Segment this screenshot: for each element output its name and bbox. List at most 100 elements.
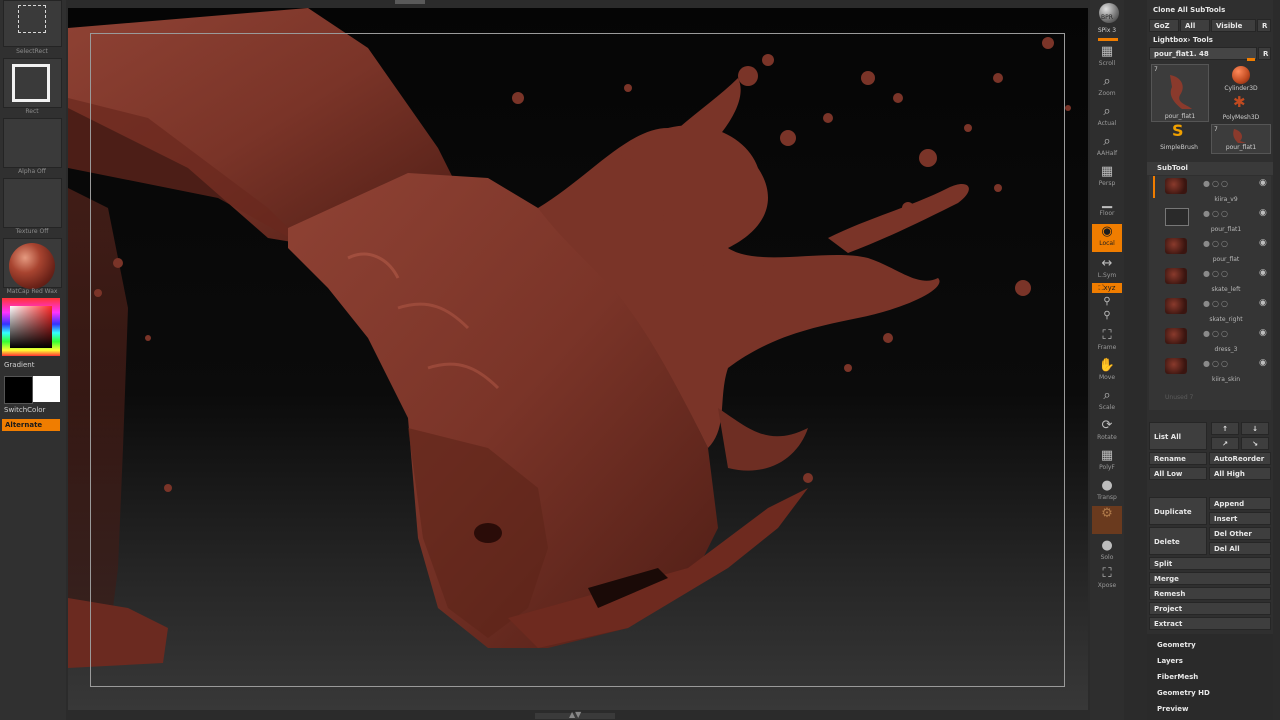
duplicate-button[interactable]: Duplicate — [1149, 497, 1207, 525]
subtool-thumb — [1165, 298, 1187, 314]
geometry-hd-subpalette[interactable]: Geometry HD — [1157, 689, 1210, 697]
subtool-toggles[interactable]: ●○○ — [1203, 209, 1230, 218]
subtool-toggles[interactable]: ●○○ — [1203, 269, 1230, 278]
subtool-item[interactable]: ●○○ ◉ kiira_v9 — [1153, 176, 1271, 204]
spix-slider[interactable]: SPix 3 — [1090, 27, 1124, 34]
color-saturation-field[interactable] — [10, 306, 52, 348]
goz-all-button[interactable]: All — [1180, 19, 1210, 32]
xyz-button[interactable]: ⛶xyz — [1092, 283, 1122, 293]
preview-subpalette[interactable]: Preview — [1157, 705, 1189, 713]
rotate-y-button[interactable]: ⚲ — [1092, 296, 1122, 308]
goz-visible-button[interactable]: Visible — [1211, 19, 1256, 32]
subtool-toggles[interactable]: ●○○ — [1203, 179, 1230, 188]
current-tool-slider[interactable]: pour_flat1. 48 — [1149, 47, 1257, 60]
goz-button[interactable]: GoZ — [1149, 19, 1179, 32]
eye-icon[interactable]: ◉ — [1259, 208, 1267, 218]
eye-icon[interactable]: ◉ — [1259, 178, 1267, 188]
project-button[interactable]: Project — [1149, 602, 1271, 615]
zoom-button[interactable]: ⌕ Zoom — [1092, 74, 1122, 102]
tool-thumb-simplebrush[interactable]: S SimpleBrush — [1151, 122, 1207, 152]
subtool-thumb — [1165, 238, 1187, 254]
color-picker[interactable] — [2, 298, 60, 356]
subtool-header[interactable]: SubTool — [1147, 162, 1273, 175]
subtool-item[interactable]: ●○○ ◉ kiira_skin — [1153, 356, 1271, 384]
texture-button[interactable] — [3, 178, 62, 228]
del-all-button[interactable]: Del All — [1209, 542, 1271, 555]
list-all-button[interactable]: List All — [1149, 422, 1207, 450]
subtool-toggles[interactable]: ●○○ — [1203, 329, 1230, 338]
append-button[interactable]: Append — [1209, 497, 1271, 510]
split-button[interactable]: Split — [1149, 557, 1271, 570]
remesh-button[interactable]: Remesh — [1149, 587, 1271, 600]
geometry-subpalette[interactable]: Geometry — [1157, 641, 1196, 649]
subtool-item[interactable]: ●○○ ◉ skate_right — [1153, 296, 1271, 324]
eye-icon[interactable]: ◉ — [1259, 268, 1267, 278]
scale-button[interactable]: ⌕ Scale — [1092, 388, 1122, 416]
material-button[interactable] — [3, 238, 62, 289]
tool-r-button[interactable]: R — [1258, 47, 1271, 60]
bpr-button[interactable]: BPR — [1092, 0, 1122, 30]
move-down-button[interactable]: ↓ — [1241, 422, 1269, 435]
goz-r-button[interactable]: R — [1257, 19, 1271, 32]
transp-button[interactable]: ● Transp — [1092, 478, 1122, 506]
clone-all-subtools-button[interactable]: Clone All SubTools — [1149, 4, 1271, 17]
secondary-color-swatch[interactable] — [33, 376, 60, 402]
all-low-button[interactable]: All Low — [1149, 467, 1207, 480]
alpha-button[interactable] — [3, 118, 62, 168]
eye-icon[interactable]: ◉ — [1259, 238, 1267, 248]
move-button[interactable]: ✋ Move — [1092, 358, 1122, 386]
switch-color-button[interactable]: SwitchColor — [4, 406, 45, 414]
insert-button[interactable]: Insert — [1209, 512, 1271, 525]
eye-icon[interactable]: ◉ — [1259, 328, 1267, 338]
lightbox-tools-button[interactable]: Lightbox› Tools — [1149, 34, 1271, 47]
lsym-button[interactable]: ↔ L.Sym — [1092, 256, 1122, 284]
eye-icon[interactable]: ◉ — [1259, 358, 1267, 368]
polyf-button[interactable]: ▦ PolyF — [1092, 448, 1122, 476]
rotate-z-button[interactable]: ⚲ — [1092, 310, 1122, 322]
rotate-button[interactable]: ⟳ Rotate — [1092, 418, 1122, 446]
select-rect-button[interactable] — [3, 0, 62, 47]
subtool-toggles[interactable]: ●○○ — [1203, 299, 1230, 308]
tool-thumb-pour-flat1-b[interactable]: 7 pour_flat1 — [1211, 124, 1271, 154]
fibermesh-subpalette[interactable]: FiberMesh — [1157, 673, 1198, 681]
gradient-label[interactable]: Gradient — [4, 361, 34, 369]
alternate-button[interactable]: Alternate — [2, 419, 60, 431]
subtool-item[interactable]: ●○○ ◉ pour_flat1 — [1153, 206, 1271, 234]
actual-button[interactable]: ⌕ Actual — [1092, 104, 1122, 132]
transp-icon: ● — [1101, 478, 1113, 493]
del-other-button[interactable]: Del Other — [1209, 527, 1271, 540]
eye-icon[interactable]: ◉ — [1259, 298, 1267, 308]
move-bottom-button[interactable]: ↘ — [1241, 437, 1269, 450]
bottom-shelf-handle[interactable]: ▲▼ — [535, 711, 615, 719]
extract-button[interactable]: Extract — [1149, 617, 1271, 630]
local-button[interactable]: ◉ Local — [1092, 224, 1122, 252]
solo-button[interactable]: ● Solo — [1092, 538, 1122, 566]
aahalf-button[interactable]: ⌕ AAHalf — [1092, 134, 1122, 162]
move-top-button[interactable]: ↗ — [1211, 437, 1239, 450]
tool-thumb-cylinder3d[interactable]: Cylinder3D — [1213, 64, 1269, 94]
subtool-item[interactable]: ●○○ ◉ skate_left — [1153, 266, 1271, 294]
floor-button[interactable]: ▁ Floor — [1092, 194, 1122, 222]
rename-button[interactable]: Rename — [1149, 452, 1207, 465]
subtool-item[interactable]: ●○○ ◉ dress_3 — [1153, 326, 1271, 354]
merge-button[interactable]: Merge — [1149, 572, 1271, 585]
tool-thumb-pour-flat1[interactable]: 7 pour_flat1 — [1151, 64, 1209, 122]
primary-color-swatch[interactable] — [4, 376, 33, 404]
subtool-toggles[interactable]: ●○○ — [1203, 239, 1230, 248]
scroll-button[interactable]: ▦ Scroll — [1092, 44, 1122, 72]
xpose-button[interactable]: ⛶ Xpose — [1092, 566, 1122, 594]
rect-stroke-button[interactable] — [3, 58, 62, 108]
ghost-button[interactable]: ⚙ — [1092, 506, 1122, 534]
top-shelf-handle[interactable] — [395, 0, 425, 4]
frame-button[interactable]: ⛶ Frame — [1092, 328, 1122, 356]
move-up-button[interactable]: ↑ — [1211, 422, 1239, 435]
all-high-button[interactable]: All High — [1209, 467, 1271, 480]
canvas-viewport[interactable] — [68, 8, 1088, 710]
subtool-item[interactable]: ●○○ ◉ pour_flat — [1153, 236, 1271, 264]
tool-thumb-polymesh3d[interactable]: ✱ PolyMesh3D — [1213, 94, 1269, 122]
persp-button[interactable]: ▦ Persp — [1092, 164, 1122, 192]
delete-button[interactable]: Delete — [1149, 527, 1207, 555]
layers-subpalette[interactable]: Layers — [1157, 657, 1183, 665]
subtool-toggles[interactable]: ●○○ — [1203, 359, 1230, 368]
autoreorder-button[interactable]: AutoReorder — [1209, 452, 1271, 465]
